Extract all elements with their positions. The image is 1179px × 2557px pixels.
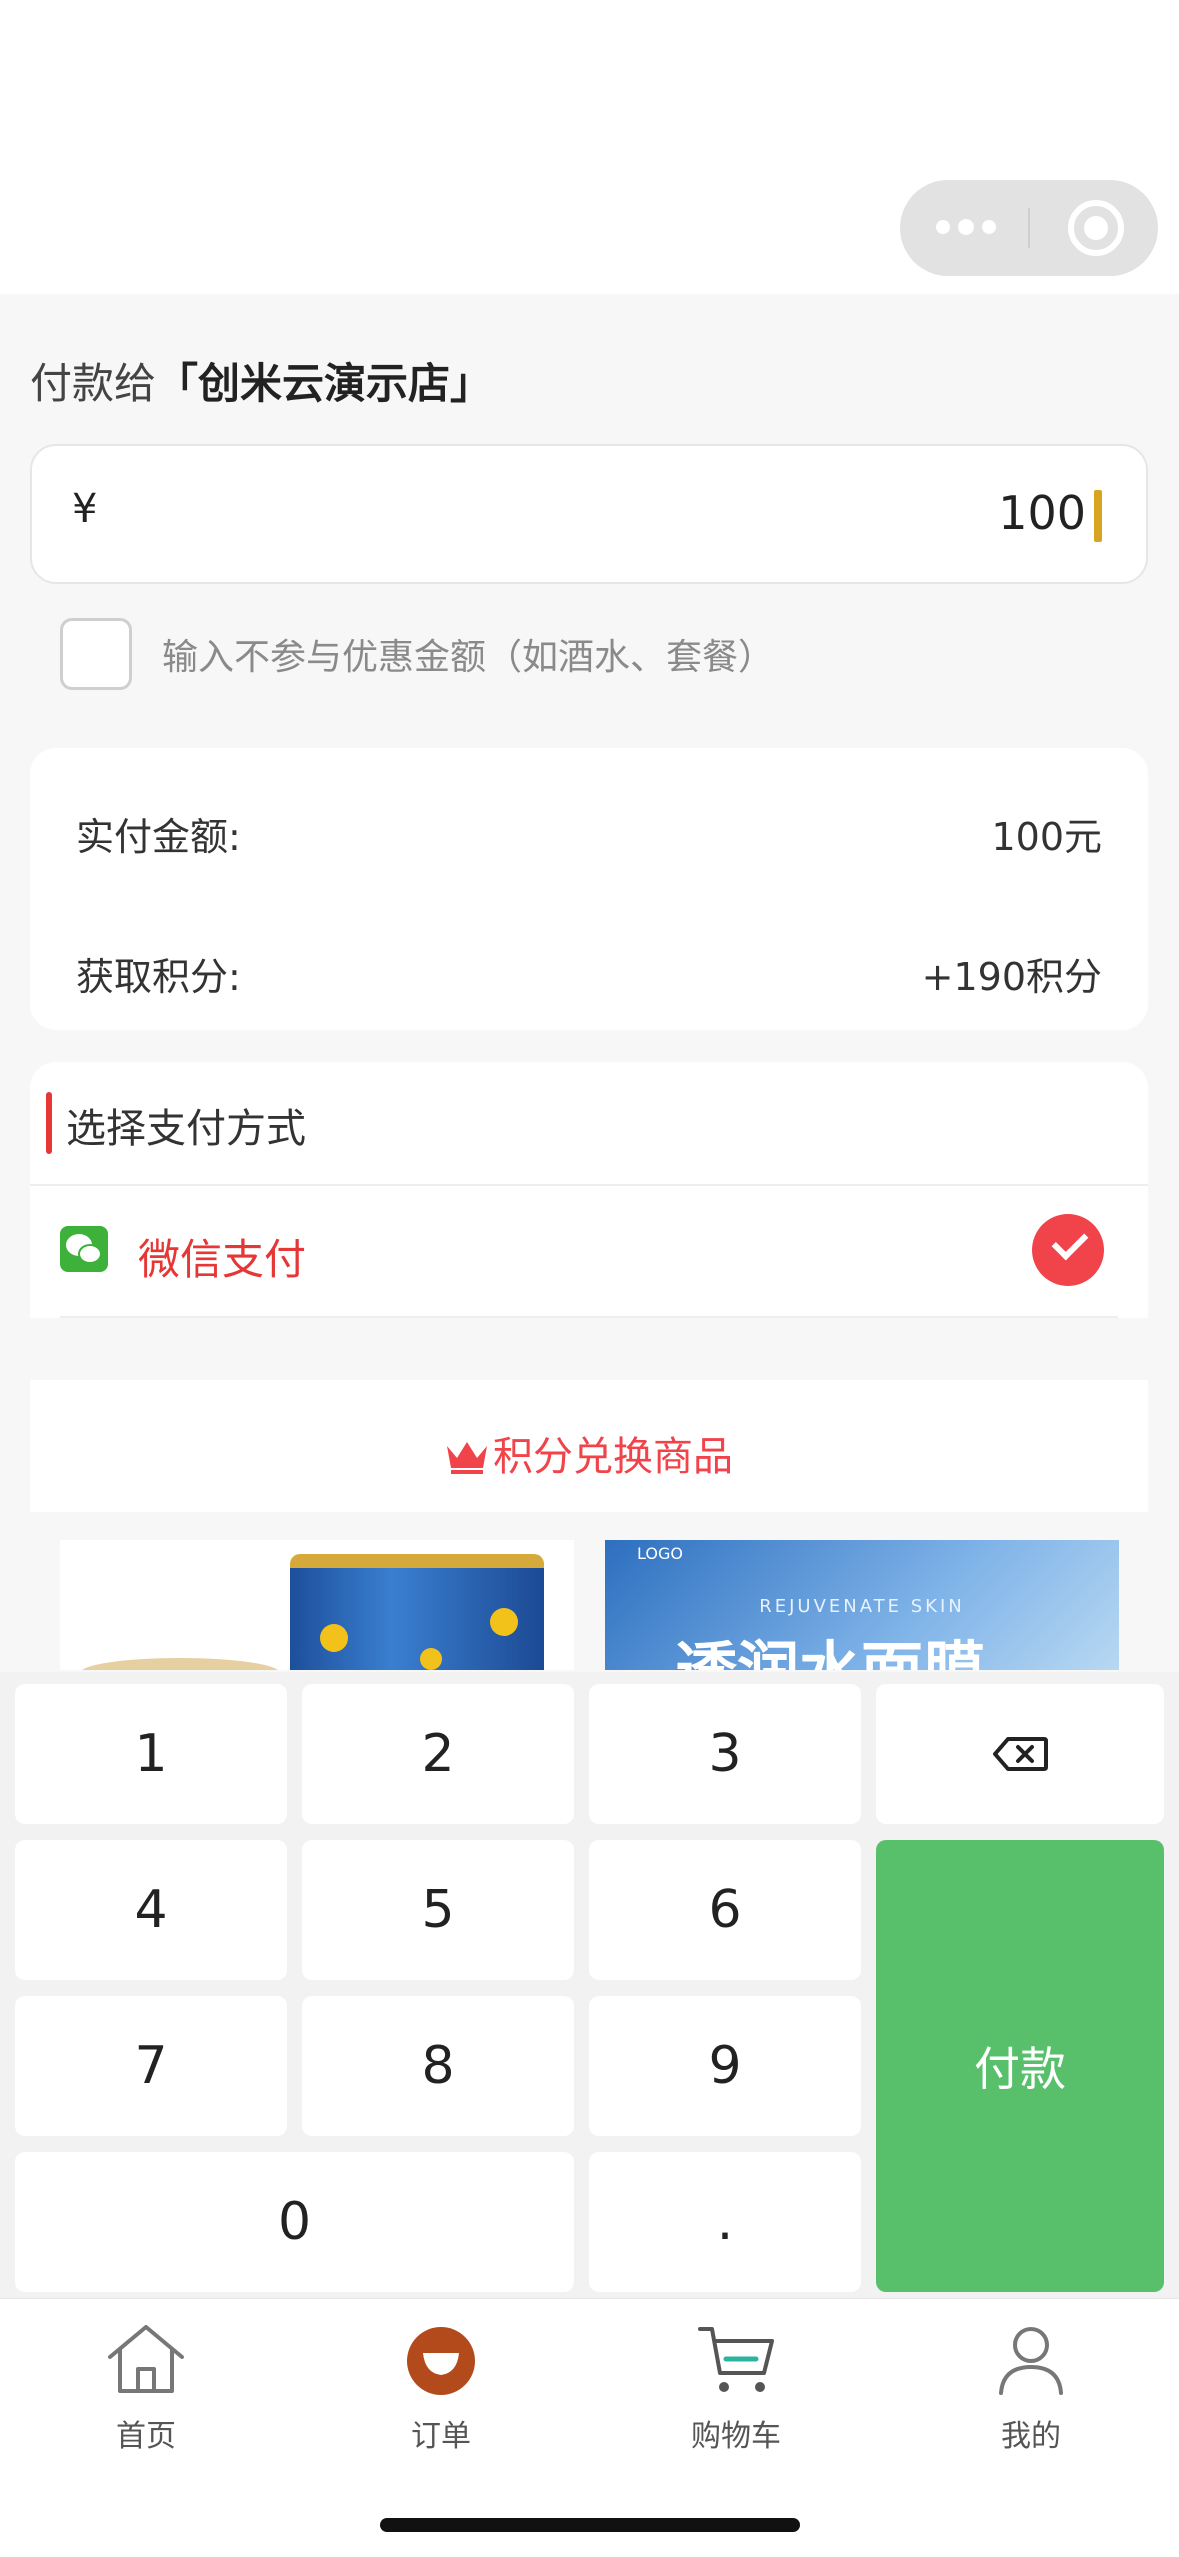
actual-amount-label: 实付金额:: [76, 815, 241, 859]
amount-value: 100: [998, 486, 1086, 540]
wechat-pay-icon: [60, 1226, 108, 1272]
key-0[interactable]: 0: [15, 2152, 574, 2292]
non-discount-checkbox[interactable]: [60, 618, 132, 690]
key-3[interactable]: 3: [589, 1684, 861, 1824]
product-subtitle: REJUVENATE SKIN: [759, 1596, 965, 1617]
tab-cart[interactable]: 购物车: [636, 2321, 836, 2461]
home-indicator[interactable]: [380, 2518, 800, 2532]
tab-mine[interactable]: 我的: [931, 2321, 1131, 2461]
capsule-divider: [1028, 208, 1030, 248]
product-logo-text: LOGO: [637, 1544, 683, 1563]
key-4[interactable]: 4: [15, 1840, 287, 1980]
tab-orders[interactable]: 订单: [341, 2321, 541, 2461]
key-8[interactable]: 8: [302, 1996, 574, 2136]
tab-home[interactable]: 首页: [46, 2321, 246, 2461]
actual-amount-value: 100元: [991, 815, 1102, 859]
more-options-icon[interactable]: [936, 212, 1000, 244]
divider: [30, 1184, 1148, 1186]
product-title: 透润水面膜: [675, 1620, 985, 1670]
input-caret: [1094, 490, 1102, 542]
points-exchange-title: 积分兑换商品: [493, 1434, 733, 1480]
points-exchange-banner[interactable]: 积分兑换商品: [30, 1380, 1148, 1512]
pay-to-heading: 付款给「创米云演示店」: [30, 350, 492, 411]
key-7[interactable]: 7: [15, 1996, 287, 2136]
backspace-key[interactable]: [876, 1684, 1164, 1824]
tab-orders-label: 订单: [411, 2419, 471, 2454]
product-list: LOGO REJUVENATE SKIN 透润水面膜: [60, 1540, 1120, 1670]
crown-icon: [447, 1442, 487, 1474]
tab-home-label: 首页: [116, 2419, 176, 2454]
key-2[interactable]: 2: [302, 1684, 574, 1824]
tab-mine-label: 我的: [1001, 2419, 1061, 2454]
key-6[interactable]: 6: [589, 1840, 861, 1980]
mini-program-capsule: [900, 180, 1158, 276]
product-card[interactable]: LOGO REJUVENATE SKIN 透润水面膜: [605, 1540, 1119, 1670]
points-label: 获取积分:: [76, 955, 241, 999]
home-icon: [108, 2325, 184, 2393]
product-image: [80, 1658, 280, 1670]
payment-summary-card: 实付金额: 100元 获取积分: +190积分: [30, 748, 1148, 1030]
points-value: +190积分: [921, 955, 1102, 999]
divider: [60, 1316, 1118, 1318]
top-navigation-bar: [0, 0, 1179, 294]
selected-check-icon[interactable]: [1032, 1214, 1104, 1286]
pay-button[interactable]: 付款: [876, 1840, 1164, 2292]
amount-input[interactable]: ¥ 100: [30, 444, 1148, 584]
points-row: 获取积分: +190积分: [76, 946, 1102, 1006]
cart-icon: [698, 2327, 774, 2392]
orders-bowl-icon: [407, 2327, 475, 2395]
payment-method-title: 选择支付方式: [66, 1106, 306, 1152]
key-decimal[interactable]: .: [589, 2152, 861, 2292]
payment-method-card: 选择支付方式 微信支付: [30, 1062, 1148, 1318]
product-card[interactable]: [60, 1540, 574, 1670]
currency-symbol: ¥: [72, 486, 98, 532]
key-9[interactable]: 9: [589, 1996, 861, 2136]
section-accent-bar: [46, 1092, 52, 1154]
product-image: [290, 1554, 544, 1670]
wechat-pay-label[interactable]: 微信支付: [138, 1226, 306, 1287]
pay-to-prefix: 付款给: [30, 359, 157, 408]
numeric-keypad: 1 2 3 4 5 6 7 8 9 0 . 付款: [0, 1672, 1179, 2298]
shop-name: 「创米云演示店」: [156, 359, 493, 408]
non-discount-label[interactable]: 输入不参与优惠金额（如酒水、套餐）: [162, 628, 774, 680]
key-1[interactable]: 1: [15, 1684, 287, 1824]
actual-amount-row: 实付金额: 100元: [76, 806, 1102, 866]
key-5[interactable]: 5: [302, 1840, 574, 1980]
user-icon: [999, 2327, 1063, 2395]
backspace-icon: [993, 1737, 1048, 1771]
tab-cart-label: 购物车: [691, 2419, 781, 2454]
close-mini-program-icon[interactable]: [1068, 200, 1124, 256]
